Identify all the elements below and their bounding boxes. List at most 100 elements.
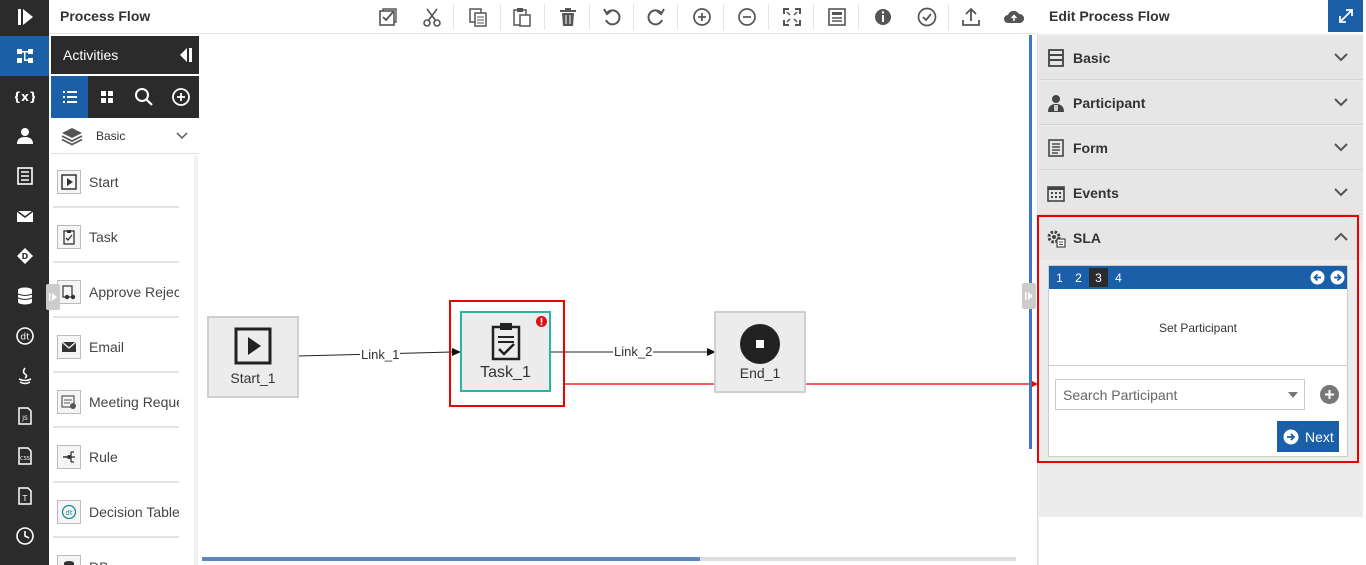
svg-text:{x}: {x}	[15, 90, 35, 104]
form-icon	[1048, 48, 1064, 67]
fit-screen-icon[interactable]	[778, 4, 806, 30]
svg-text:dt: dt	[65, 509, 72, 517]
activities-header: Activities	[51, 36, 199, 74]
end-node[interactable]: End_1	[714, 311, 806, 393]
collapse-panel-icon[interactable]	[177, 46, 193, 64]
section-form[interactable]: Form	[1039, 126, 1363, 170]
database-icon[interactable]	[0, 276, 49, 316]
section-events[interactable]: Events	[1039, 171, 1363, 215]
cloud-upload-icon[interactable]	[1000, 4, 1028, 30]
copy-icon[interactable]	[464, 4, 492, 30]
css-file-icon[interactable]: CSS	[0, 436, 49, 476]
email-icon	[57, 335, 81, 359]
right-panel-title: Edit Process Flow	[1038, 0, 1328, 34]
sla-highlight	[1037, 215, 1359, 463]
section-label: Participant	[1073, 94, 1146, 111]
grid-view-icon[interactable]	[88, 76, 125, 118]
participant-icon	[1048, 94, 1064, 112]
list-item[interactable]: Rule	[53, 433, 179, 483]
category-label: Basic	[96, 128, 126, 143]
history-icon[interactable]	[0, 516, 49, 556]
decision-icon[interactable]: D	[0, 236, 49, 276]
document-icon	[1048, 138, 1064, 157]
info-icon[interactable]	[869, 4, 897, 30]
java-icon[interactable]	[0, 356, 49, 396]
canvas-border	[1029, 35, 1032, 449]
svg-text:D: D	[21, 252, 28, 261]
play-icon	[234, 327, 272, 365]
activity-label: Decision Table	[89, 504, 179, 520]
list-item[interactable]: Email	[53, 323, 179, 373]
delete-icon[interactable]	[554, 4, 582, 30]
redo-icon[interactable]	[642, 4, 670, 30]
js-file-icon[interactable]: JS	[0, 396, 49, 436]
list-item[interactable]: DB	[53, 543, 179, 565]
category-selector[interactable]: Basic	[51, 118, 199, 154]
logo-icon[interactable]	[0, 0, 49, 34]
process-flow-icon[interactable]	[0, 36, 49, 76]
scrollbar-thumb[interactable]	[202, 557, 700, 561]
meeting-icon	[57, 390, 81, 414]
properties-icon[interactable]	[823, 4, 851, 30]
top-toolbar: Process Flow	[49, 0, 1036, 34]
list-item[interactable]: Approve Reject	[53, 268, 179, 318]
link-label[interactable]: Link_1	[360, 347, 401, 362]
node-label: Start_1	[230, 370, 276, 386]
expand-icon[interactable]	[1328, 0, 1363, 32]
upload-icon[interactable]	[957, 4, 985, 30]
activities-toolbar	[51, 76, 199, 118]
link-label[interactable]: Link_2	[613, 344, 654, 359]
email-icon[interactable]	[0, 196, 49, 236]
zoom-in-icon[interactable]	[688, 4, 716, 30]
list-item[interactable]: dt Decision Table	[53, 488, 179, 538]
canvas-scrollbar[interactable]	[202, 557, 1016, 561]
rule-icon	[57, 445, 81, 469]
variables-icon[interactable]: {x}	[0, 76, 49, 116]
panel-footer	[1039, 517, 1363, 565]
cut-icon[interactable]	[418, 4, 446, 30]
activities-list: Start Task Approve Reject Email Meeting …	[51, 156, 199, 565]
selection-highlight	[449, 300, 565, 407]
select-all-icon[interactable]	[374, 4, 402, 30]
chevron-down-icon	[1334, 188, 1348, 197]
approve-reject-icon	[57, 280, 81, 304]
svg-text:CSS: CSS	[20, 456, 30, 462]
node-label: End_1	[739, 365, 781, 381]
form-icon[interactable]	[0, 156, 49, 196]
add-activity-icon[interactable]	[162, 76, 199, 118]
undo-icon[interactable]	[598, 4, 626, 30]
list-item[interactable]: Meeting Request	[53, 378, 179, 428]
calendar-icon	[1047, 185, 1065, 202]
section-participant[interactable]: Participant	[1039, 81, 1363, 125]
section-label: Form	[1073, 139, 1108, 156]
zoom-out-icon[interactable]	[733, 4, 761, 30]
expand-right-handle[interactable]	[1022, 283, 1036, 309]
list-view-icon[interactable]	[51, 76, 88, 118]
chevron-down-icon	[176, 132, 188, 140]
activities-scrollbar[interactable]	[194, 156, 198, 565]
expand-left-handle[interactable]	[46, 284, 60, 310]
process-canvas[interactable]	[200, 35, 1028, 565]
svg-text:T: T	[21, 494, 27, 503]
list-item[interactable]: Task	[53, 213, 179, 263]
decision-table-icon[interactable]: dt	[0, 316, 49, 356]
panel-filler	[1039, 463, 1363, 517]
left-rail: {x} D dt JS CSS T	[0, 0, 49, 565]
search-icon[interactable]	[125, 76, 162, 118]
validate-icon[interactable]	[913, 4, 941, 30]
text-icon[interactable]: T	[0, 476, 49, 516]
activity-label: Meeting Request	[89, 394, 179, 410]
activity-label: Start	[89, 174, 119, 190]
activity-label: Rule	[89, 449, 118, 465]
chevron-down-icon	[1334, 143, 1348, 152]
activity-label: Email	[89, 339, 125, 355]
svg-text:dt: dt	[20, 333, 30, 343]
section-basic[interactable]: Basic	[1039, 36, 1363, 80]
start-node[interactable]: Start_1	[207, 316, 299, 398]
svg-text:JS: JS	[21, 415, 28, 422]
list-item[interactable]: Start	[53, 158, 179, 208]
clipboard-icon	[57, 225, 81, 249]
participant-icon[interactable]	[0, 116, 49, 156]
paste-icon[interactable]	[508, 4, 536, 30]
chevron-down-icon	[1334, 53, 1348, 62]
